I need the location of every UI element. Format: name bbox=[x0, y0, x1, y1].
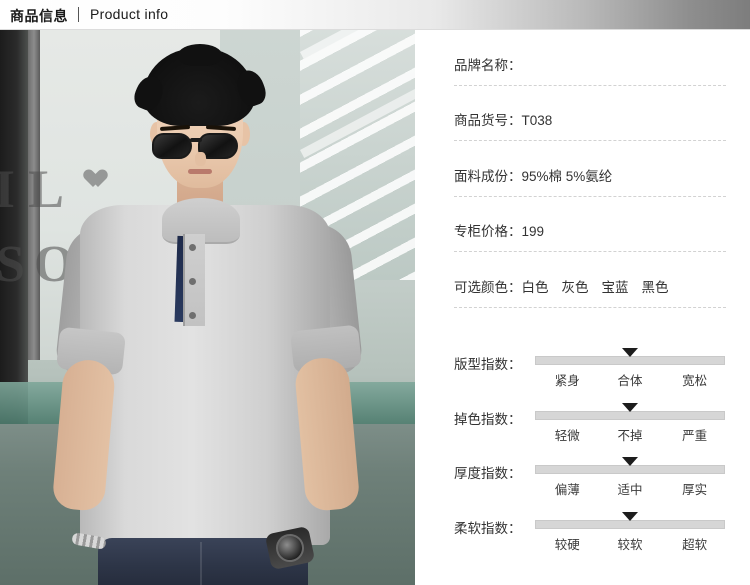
index-thickness-marker[interactable] bbox=[622, 457, 638, 466]
info-label-price: 专柜价格： bbox=[454, 224, 522, 239]
info-value-colors: 白色 灰色 宝蓝 黑色 bbox=[522, 280, 682, 295]
index-softness-ticks: 较硬 较软 超软 bbox=[535, 534, 725, 552]
index-fit-track[interactable] bbox=[535, 348, 725, 365]
page-title-en: Product info bbox=[90, 6, 169, 22]
info-row-colors: 可选颜色：白色 灰色 宝蓝 黑色 bbox=[454, 276, 726, 308]
model-nose bbox=[195, 152, 206, 166]
index-thickness-tick-0: 偏薄 bbox=[554, 483, 580, 497]
model-sunglasses-left-lens bbox=[152, 133, 192, 159]
index-fit-tick-0: 紧身 bbox=[554, 374, 580, 388]
info-row-item-number: 商品货号：T038 bbox=[454, 109, 726, 141]
info-row-price: 专柜价格：199 bbox=[454, 220, 726, 252]
index-softness-tick-2: 超软 bbox=[682, 538, 708, 552]
info-row-brand: 品牌名称： bbox=[454, 54, 726, 86]
info-label-item-number: 商品货号： bbox=[454, 113, 522, 128]
color-option-gray[interactable]: 灰色 bbox=[562, 280, 589, 295]
index-thickness-tick-1: 适中 bbox=[617, 483, 643, 497]
model-button-mid bbox=[189, 278, 196, 285]
model-button-bottom bbox=[189, 312, 196, 319]
model-figure bbox=[0, 30, 415, 585]
index-colorfastness-tick-0: 轻微 bbox=[554, 429, 580, 443]
index-colorfastness-label: 掉色指数： bbox=[454, 412, 522, 427]
index-colorfastness-track[interactable] bbox=[535, 403, 725, 420]
model-button-top bbox=[189, 244, 196, 251]
model-mouth bbox=[188, 169, 212, 174]
page-title-cn: 商品信息 bbox=[10, 8, 68, 24]
index-fit-tick-1: 合体 bbox=[617, 374, 643, 388]
index-thickness-track[interactable] bbox=[535, 457, 725, 474]
info-value-price: 199 bbox=[521, 224, 545, 239]
info-value-fabric: 95%棉 5%氨纶 bbox=[521, 169, 613, 184]
index-softness-marker[interactable] bbox=[622, 512, 638, 521]
index-softness-label: 柔软指数： bbox=[454, 521, 522, 536]
model-hair-spike-top bbox=[178, 44, 222, 66]
model-shirt bbox=[80, 205, 330, 545]
color-option-black[interactable]: 黑色 bbox=[642, 280, 669, 295]
product-info-panel: 品牌名称： 商品货号：T038 面料成份：95%棉 5%氨纶 专柜价格：199 … bbox=[415, 30, 750, 585]
index-thickness-tick-2: 厚实 bbox=[682, 483, 708, 497]
product-info-page: 商品信息 Product info I L S O 品牌名称： 商品货号：T03… bbox=[0, 0, 750, 585]
color-option-royal-blue[interactable]: 宝蓝 bbox=[602, 280, 629, 295]
index-softness-tick-0: 较硬 bbox=[554, 538, 580, 552]
index-fit-ticks: 紧身 合体 宽松 bbox=[535, 370, 725, 388]
index-colorfastness-tick-2: 严重 bbox=[682, 429, 708, 443]
index-colorfastness-tick-1: 不掉 bbox=[617, 429, 643, 443]
index-fit-tick-2: 宽松 bbox=[682, 374, 708, 388]
index-colorfastness-marker[interactable] bbox=[622, 403, 638, 412]
info-row-fabric: 面料成份：95%棉 5%氨纶 bbox=[454, 165, 726, 197]
model-jeans-seam bbox=[200, 542, 202, 585]
info-label-colors: 可选颜色： bbox=[454, 280, 522, 295]
product-photo: I L S O bbox=[0, 30, 415, 585]
model-sunglasses-bridge bbox=[190, 138, 202, 142]
info-label-fabric: 面料成份： bbox=[454, 169, 522, 184]
index-thickness-ticks: 偏薄 适中 厚实 bbox=[535, 479, 725, 497]
index-softness-tick-1: 较软 bbox=[617, 538, 643, 552]
info-label-brand: 品牌名称： bbox=[454, 58, 522, 73]
index-fit-label: 版型指数： bbox=[454, 357, 522, 372]
header-divider bbox=[78, 7, 79, 22]
index-colorfastness-ticks: 轻微 不掉 严重 bbox=[535, 425, 725, 443]
index-softness-track[interactable] bbox=[535, 512, 725, 529]
page-header: 商品信息 Product info bbox=[0, 0, 750, 30]
color-option-white[interactable]: 白色 bbox=[522, 280, 549, 295]
index-fit-marker[interactable] bbox=[622, 348, 638, 357]
index-thickness-label: 厚度指数： bbox=[454, 466, 522, 481]
info-value-item-number: T038 bbox=[521, 113, 553, 128]
